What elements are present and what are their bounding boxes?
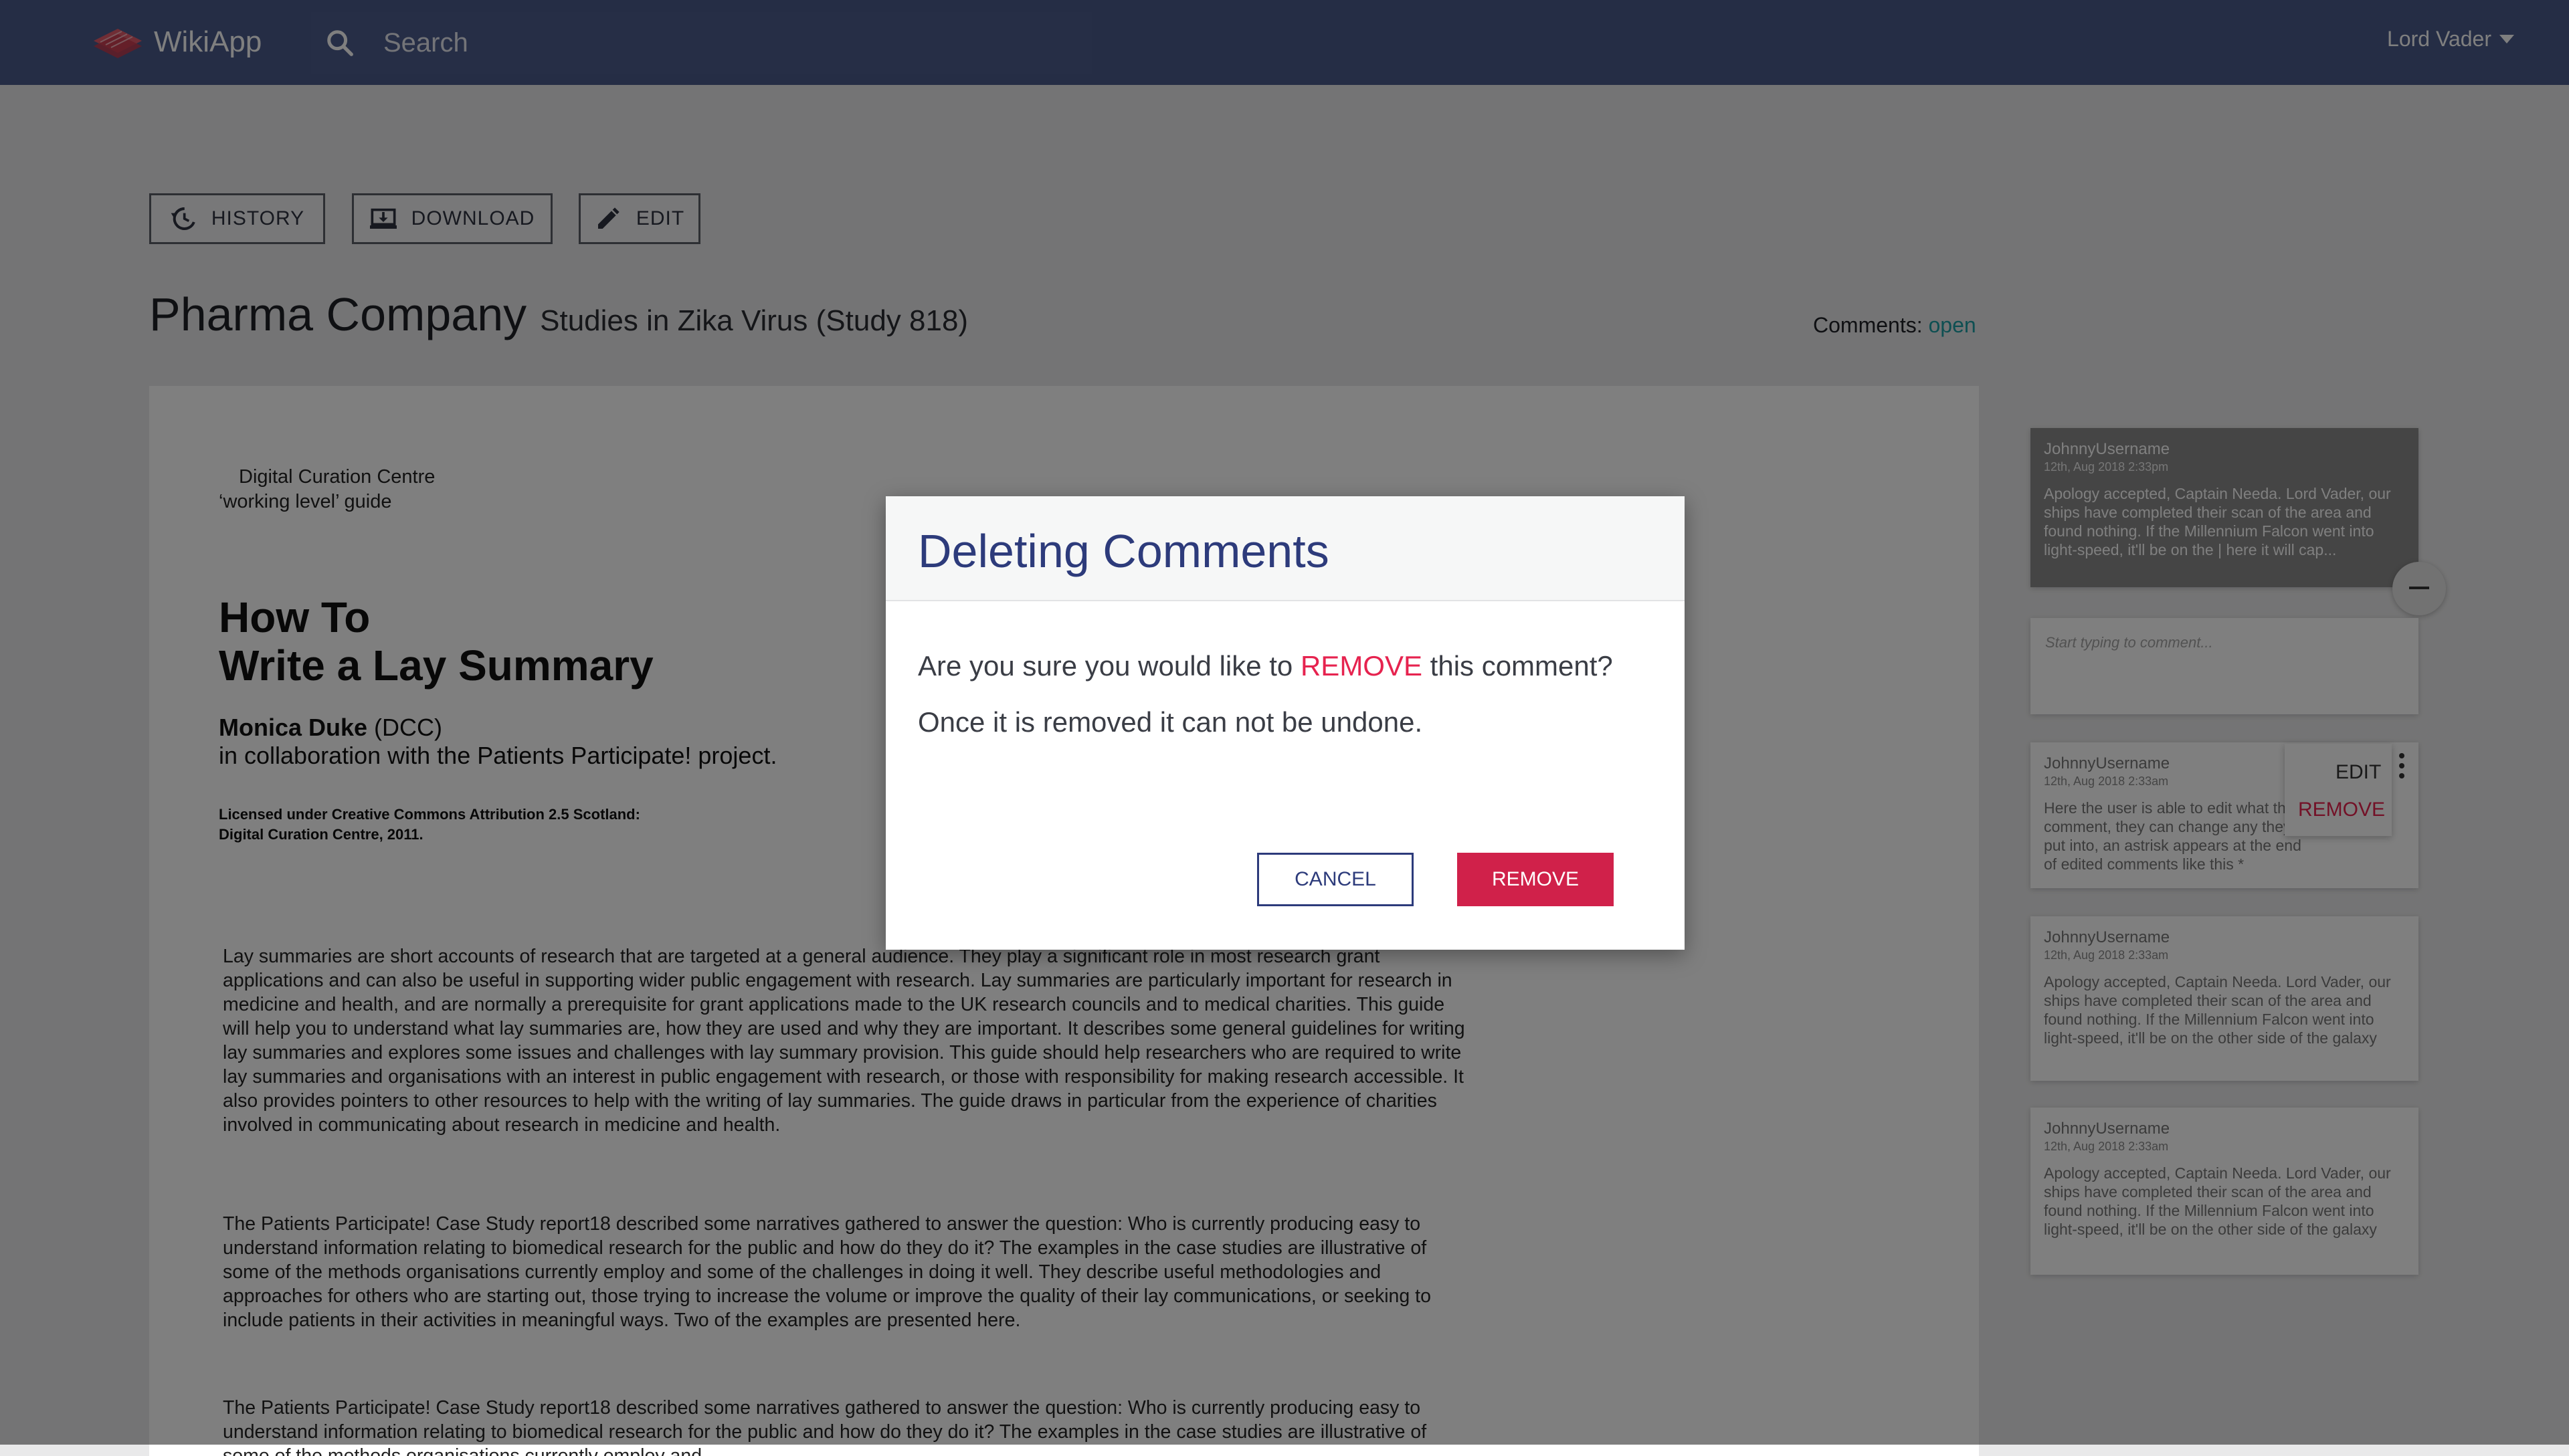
delete-comment-dialog: Deleting Comments Are you sure you would… — [886, 496, 1685, 950]
dialog-title: Deleting Comments — [918, 525, 1329, 577]
dialog-message-text: this comment? — [1422, 650, 1613, 682]
dialog-message: Are you sure you would like to REMOVE th… — [918, 650, 1613, 682]
dialog-header: Deleting Comments — [886, 496, 1685, 601]
cancel-button[interactable]: CANCEL — [1257, 853, 1414, 906]
dialog-message-text: Are you sure you would like to — [918, 650, 1301, 682]
remove-button[interactable]: REMOVE — [1457, 853, 1614, 906]
dialog-warning: Once it is removed it can not be undone. — [918, 706, 1423, 738]
dialog-message-highlight: REMOVE — [1300, 650, 1422, 682]
